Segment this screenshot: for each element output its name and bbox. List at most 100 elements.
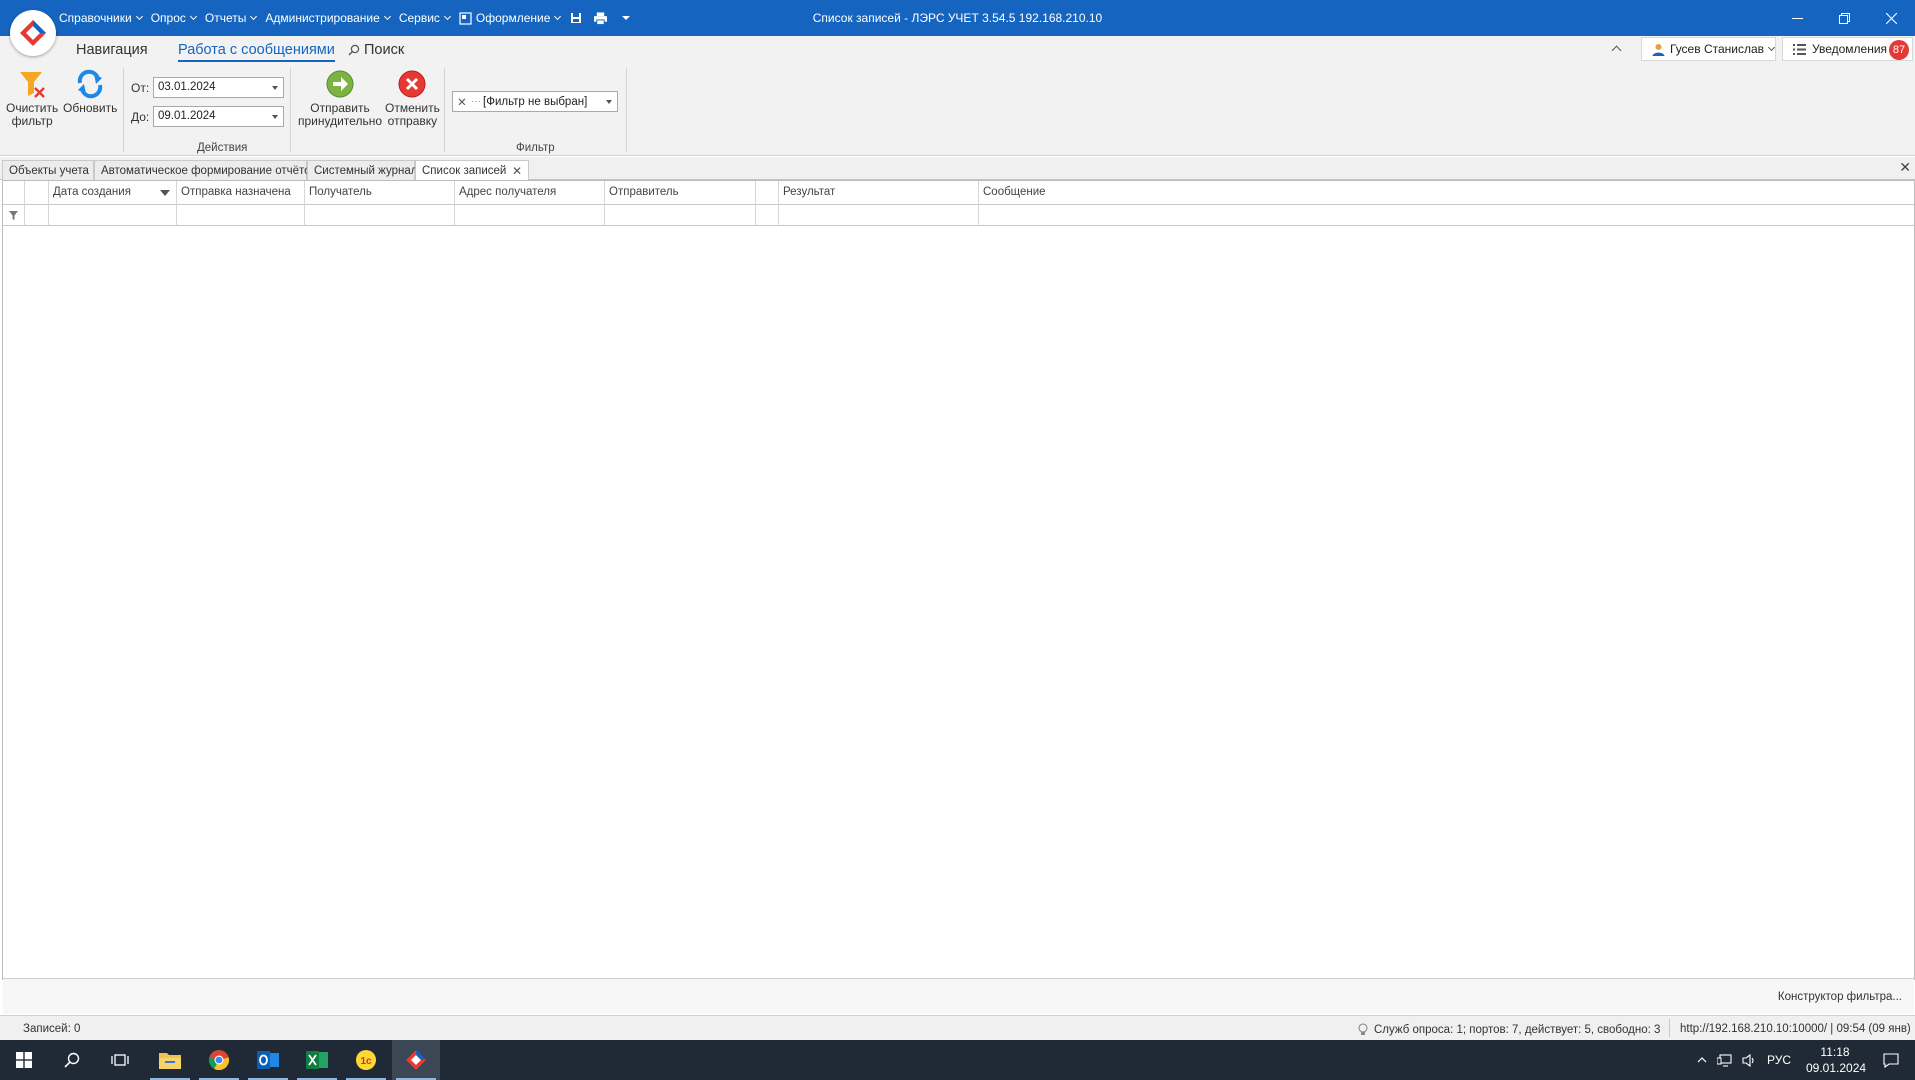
menu-polling[interactable]: Опрос (151, 11, 197, 25)
menu-reports[interactable]: Отчеты (205, 11, 258, 25)
status-separator (1669, 1019, 1670, 1037)
chevron-down-icon (443, 12, 451, 21)
filter-select[interactable]: ✕ ··· [Фильтр не выбран] (452, 91, 618, 112)
date-to-picker[interactable]: 09.01.2024 (153, 106, 284, 127)
chevron-down-icon (135, 12, 143, 21)
chevron-down-icon (383, 12, 391, 21)
column-status[interactable] (756, 181, 779, 205)
taskbar-1c[interactable]: 1с (342, 1040, 390, 1080)
close-window-button[interactable] (1868, 0, 1915, 36)
send-arrow-icon (324, 68, 356, 100)
filter-cell[interactable] (25, 205, 49, 226)
taskbar-chrome[interactable] (195, 1040, 243, 1080)
clear-icon[interactable]: ✕ (455, 95, 469, 109)
customize-toolbar-icon[interactable] (619, 12, 632, 25)
list-icon (1793, 43, 1806, 55)
system-tray: РУС (1697, 1040, 1791, 1080)
app-logo[interactable] (10, 10, 56, 56)
start-button[interactable] (0, 1040, 48, 1080)
title-bar: Справочники Опрос Отчеты Администрирован… (0, 0, 1915, 36)
date-to-row: До: 09.01.2024 (131, 106, 284, 127)
doc-tab-system-log[interactable]: Системный журнал (307, 160, 417, 180)
tray-overflow-icon[interactable] (1697, 1057, 1707, 1063)
column-sender[interactable]: Отправитель (605, 181, 756, 205)
volume-icon[interactable] (1742, 1053, 1757, 1067)
date-from-picker[interactable]: 03.01.2024 (153, 77, 284, 98)
filter-row-icon (3, 205, 25, 226)
filter-cell[interactable] (779, 205, 979, 226)
filter-cell[interactable] (979, 205, 1914, 226)
notifications-button[interactable]: Уведомления 87 (1782, 37, 1913, 61)
taskbar-clock[interactable]: 11:18 09.01.2024 (1806, 1044, 1866, 1076)
filter-cell[interactable] (756, 205, 779, 226)
column-send-scheduled[interactable]: Отправка назначена (177, 181, 305, 205)
user-menu-button[interactable]: Гусев Станислав (1641, 37, 1776, 61)
column-result[interactable]: Результат (779, 181, 979, 205)
outlook-icon (257, 1051, 279, 1069)
action-center-button[interactable] (1867, 1040, 1915, 1080)
filter-cell[interactable] (605, 205, 756, 226)
filter-cell[interactable] (455, 205, 605, 226)
input-language[interactable]: РУС (1767, 1053, 1791, 1067)
save-icon[interactable] (569, 12, 582, 25)
ribbon-tab-bar: Навигация Работа с сообщениями Поиск (0, 36, 1915, 64)
column-message[interactable]: Сообщение (979, 181, 1914, 205)
ribbon: Очистить фильтр Обновить От: 03.01.2024 … (0, 64, 1915, 156)
lightbulb-icon (1357, 1023, 1369, 1036)
chevron-down-icon (189, 12, 197, 21)
filter-cell[interactable] (177, 205, 305, 226)
menu-service[interactable]: Сервис (399, 11, 451, 25)
date-from-row: От: 03.01.2024 (131, 77, 284, 98)
folder-icon (159, 1053, 181, 1069)
cancel-send-button[interactable]: Отменить отправку (385, 68, 440, 128)
taskbar-search-button[interactable] (48, 1040, 96, 1080)
filter-constructor-link[interactable]: Конструктор фильтра... (1778, 991, 1902, 1003)
search-icon (348, 44, 360, 56)
doc-tab-auto-reports[interactable]: Автоматическое формирование отчёто (94, 160, 311, 180)
send-force-button[interactable]: Отправить принудительно (298, 68, 382, 128)
taskbar-lers[interactable] (392, 1040, 440, 1080)
column-recipient-address[interactable]: Адрес получателя (455, 181, 605, 205)
network-icon[interactable] (1717, 1053, 1732, 1067)
minimize-button[interactable] (1774, 0, 1821, 36)
chevron-down-icon (1767, 43, 1776, 52)
print-icon[interactable] (594, 11, 608, 25)
close-all-tabs-icon[interactable]: ✕ (1899, 159, 1911, 176)
restore-button[interactable] (1821, 0, 1868, 36)
column-created-date[interactable]: Дата создания (49, 181, 177, 205)
column-recipient[interactable]: Получатель (305, 181, 455, 205)
menu-administration[interactable]: Администрирование (265, 11, 391, 25)
doc-tab-records-list[interactable]: Список записей ✕ (415, 160, 529, 181)
taskbar-excel[interactable] (293, 1040, 341, 1080)
document-tabs: Объекты учета Автоматическое формировани… (0, 157, 1915, 181)
ellipsis-icon[interactable]: ··· (469, 96, 483, 107)
windows-icon (16, 1052, 32, 1068)
cancel-icon (396, 68, 428, 100)
taskbar-outlook[interactable] (244, 1040, 292, 1080)
taskbar-file-explorer[interactable] (146, 1040, 194, 1080)
dropdown-arrow-icon (272, 115, 278, 119)
chrome-icon (208, 1050, 230, 1071)
chevron-down-icon (250, 12, 258, 21)
tab-messages[interactable]: Работа с сообщениями (178, 42, 335, 62)
task-view-button[interactable] (96, 1040, 144, 1080)
column-indicator[interactable] (25, 181, 49, 205)
filter-cell[interactable] (305, 205, 455, 226)
ribbon-separator (290, 68, 291, 152)
clear-filter-button[interactable]: Очистить фильтр (6, 68, 58, 128)
menu-directories[interactable]: Справочники (59, 11, 143, 25)
ribbon-separator (626, 68, 627, 152)
close-tab-icon[interactable]: ✕ (512, 164, 522, 178)
svg-text:1с: 1с (360, 1056, 372, 1067)
grid-corner[interactable] (3, 181, 25, 205)
grid-footer: Конструктор фильтра... (3, 978, 1914, 1014)
menu-appearance[interactable]: Оформление (459, 11, 562, 25)
chevron-down-icon (554, 12, 562, 21)
ribbon-separator (444, 68, 445, 152)
doc-tab-accounting-objects[interactable]: Объекты учета (2, 160, 94, 180)
tab-navigation[interactable]: Навигация (76, 42, 148, 58)
refresh-button[interactable]: Обновить (63, 68, 117, 115)
tab-search[interactable]: Поиск (348, 42, 404, 58)
filter-cell[interactable] (49, 205, 177, 226)
palette-icon (459, 11, 472, 25)
